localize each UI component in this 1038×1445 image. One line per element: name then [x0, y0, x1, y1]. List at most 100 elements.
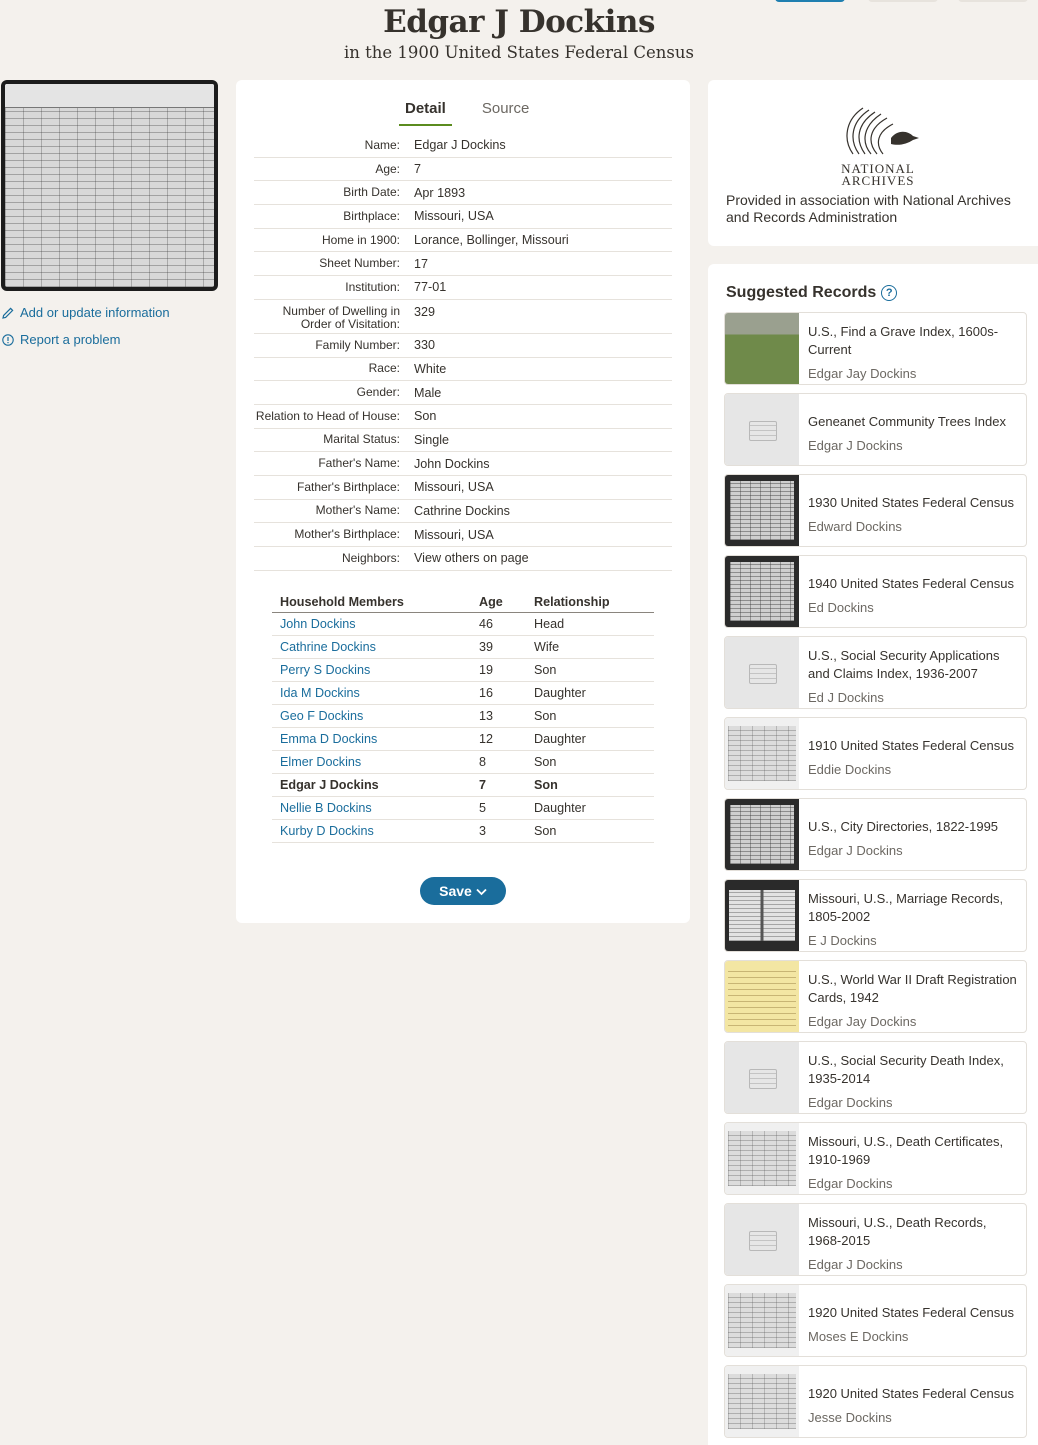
household-row: Cathrine Dockins 39 Wife — [272, 635, 654, 659]
record-header: Edgar J Dockins in the 1900 United State… — [0, 4, 1038, 62]
suggested-record[interactable]: 1920 United States Federal Census Jesse D… — [724, 1365, 1027, 1438]
household-member-link[interactable]: John Dockins — [280, 617, 356, 631]
record-thumbnail — [725, 313, 799, 384]
record-person-name: E J Dockins — [808, 932, 877, 948]
household-member-age: 13 — [471, 704, 526, 728]
tab-detail[interactable]: Detail — [399, 100, 452, 126]
household-member-relationship: Son — [526, 750, 654, 775]
record-info: 1910 United States Federal Census Eddie D… — [799, 718, 1026, 789]
fact-row: Race: White — [254, 358, 672, 382]
top-tertiary-button[interactable] — [958, 0, 1028, 2]
fact-label: Race: — [368, 361, 400, 376]
neighbors-link[interactable]: View others on page — [412, 551, 672, 565]
census-image-thumbnail[interactable] — [1, 80, 218, 291]
household-member-relationship: Son — [526, 658, 654, 682]
eagle-icon — [846, 107, 919, 155]
record-title: 1930 United States Federal Census — [808, 494, 1014, 510]
household-member-relationship: Daughter — [526, 681, 654, 705]
top-primary-button[interactable] — [775, 0, 845, 2]
fact-label: Marital Status: — [323, 432, 400, 447]
record-detail-card: Detail Source Name: Edgar J Dockins Age: 7 B… — [236, 80, 690, 923]
suggested-record[interactable]: 1910 United States Federal Census Eddie D… — [724, 717, 1027, 790]
record-info: U.S., World War II Draft Registration Ca… — [799, 961, 1026, 1032]
household-member-age: 7 — [471, 773, 526, 798]
household-member-link[interactable]: Nellie B Dockins — [280, 801, 372, 815]
suggested-record[interactable]: 1920 United States Federal Census Moses E… — [724, 1284, 1027, 1357]
suggested-record[interactable]: U.S., City Directories, 1822-1995 Edgar J… — [724, 798, 1027, 871]
fact-label: Institution: — [345, 279, 400, 294]
record-title: U.S., City Directories, 1822-1995 — [808, 818, 999, 834]
fact-label: Number of Dwelling in Order of Visitatio… — [282, 303, 400, 331]
fact-value: Son — [414, 409, 437, 424]
suggested-record[interactable]: Missouri, U.S., Marriage Records, 1805-2… — [724, 879, 1027, 952]
fact-label: Relation to Head of House: — [255, 408, 400, 423]
household-row: Emma D Dockins 12 Daughter — [272, 727, 654, 752]
record-person-name: Ed Dockins — [808, 599, 874, 615]
info-circle-icon — [2, 333, 14, 346]
fact-value: John Dockins — [414, 456, 490, 471]
household-row: John Dockins 46 Head — [272, 612, 654, 636]
fact-row: Institution: 77-01 — [254, 276, 672, 300]
household-row: Ida M Dockins 16 Daughter — [272, 681, 654, 705]
suggested-record[interactable]: U.S., Social Security Applications and C… — [724, 636, 1027, 709]
household-member-link[interactable]: Ida M Dockins — [280, 686, 360, 700]
save-button[interactable]: Save — [420, 877, 506, 905]
household-member-link[interactable]: Kurby D Dockins — [280, 824, 374, 838]
household-member-link[interactable]: Elmer Dockins — [280, 755, 361, 769]
household-member-relationship: Daughter — [526, 796, 654, 821]
suggested-record[interactable]: U.S., World War II Draft Registration Ca… — [724, 960, 1027, 1033]
household-row: Geo F Dockins 13 Son — [272, 704, 654, 728]
suggested-record[interactable]: Missouri, U.S., Death Records, 1968-2015… — [724, 1203, 1027, 1276]
record-title: 1910 United States Federal Census — [808, 737, 1014, 753]
fact-row: Age: 7 — [254, 158, 672, 182]
household-member-relationship: Head — [526, 612, 654, 636]
household-member-link[interactable]: Emma D Dockins — [280, 732, 377, 746]
question-circle-icon[interactable]: ? — [881, 285, 898, 301]
report-problem-label[interactable]: Report a problem — [20, 332, 120, 347]
suggested-record[interactable]: 1940 United States Federal Census Ed Dock… — [724, 555, 1027, 628]
household-member-age: 8 — [471, 750, 526, 775]
census-image — [5, 84, 214, 287]
record-title: 1920 United States Federal Census — [808, 1385, 1014, 1401]
suggested-record[interactable]: U.S., Find a Grave Index, 1600s-Current E… — [724, 312, 1027, 385]
household-member-link[interactable]: Geo F Dockins — [280, 709, 363, 723]
page-subtitle: in the 1900 United States Federal Census — [343, 43, 694, 62]
household-col-members: Household Members — [272, 592, 471, 613]
suggested-record[interactable]: Missouri, U.S., Death Certificates, 1910… — [724, 1122, 1027, 1195]
household-member-age: 12 — [471, 727, 526, 752]
fact-row: Father's Name: John Dockins — [254, 452, 672, 476]
fact-row: Father's Birthplace: Missouri, USA — [254, 476, 672, 500]
suggested-record[interactable]: Geneanet Community Trees Index Edgar J Do… — [724, 393, 1027, 466]
add-info-label[interactable]: Add or update information — [20, 305, 170, 320]
record-person-name: Edgar Dockins — [808, 1094, 893, 1110]
fact-label: Mother's Birthplace: — [294, 527, 400, 542]
household-member-link[interactable]: Cathrine Dockins — [280, 640, 376, 654]
household-col-age: Age — [471, 592, 526, 613]
fact-value: 329 — [414, 304, 436, 319]
add-info-link[interactable]: Add or update information — [2, 299, 170, 326]
record-person-name: Edgar Jay Dockins — [808, 365, 917, 381]
suggested-record[interactable]: 1930 United States Federal Census Edward … — [724, 474, 1027, 547]
record-thumbnail — [725, 1123, 799, 1194]
fact-value: Edgar J Dockins — [414, 138, 506, 153]
fact-label: Home in 1900: — [321, 232, 400, 247]
pencil-icon — [2, 307, 14, 319]
record-info: Geneanet Community Trees Index Edgar J Do… — [799, 394, 1026, 465]
suggested-records-list: U.S., Find a Grave Index, 1600s-Current E… — [724, 312, 1027, 1445]
household-header-row: Household Members Age Relationship — [272, 592, 654, 613]
household-member-link[interactable]: Perry S Dockins — [280, 663, 370, 677]
top-secondary-button[interactable] — [868, 0, 938, 2]
household-member-relationship: Wife — [526, 635, 654, 659]
tab-source[interactable]: Source — [476, 100, 536, 126]
record-title: Geneanet Community Trees Index — [808, 413, 1006, 429]
household-member-relationship: Son — [526, 773, 654, 798]
fact-label: Neighbors: — [341, 550, 400, 565]
suggested-record[interactable]: U.S., Social Security Death Index, 1935-… — [724, 1041, 1027, 1114]
fact-label: Name: — [364, 137, 400, 152]
record-info: Missouri, U.S., Marriage Records, 1805-2… — [799, 880, 1026, 951]
fact-row: Mother's Birthplace: Missouri, USA — [254, 523, 672, 547]
report-problem-link[interactable]: Report a problem — [2, 326, 170, 353]
fact-label: Father's Name: — [318, 456, 400, 471]
record-thumbnail — [725, 799, 799, 870]
record-placeholder-icon — [725, 1042, 799, 1113]
